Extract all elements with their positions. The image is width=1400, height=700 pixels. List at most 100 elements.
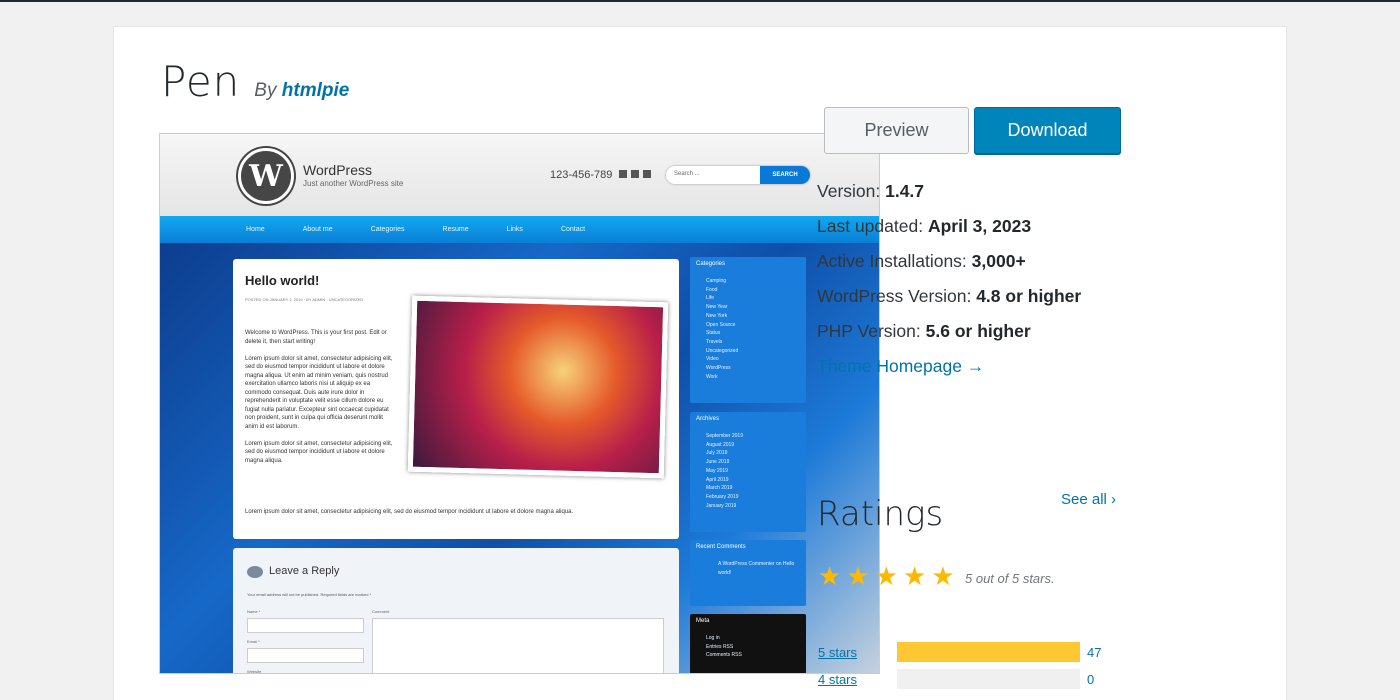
screenshot-archives-widget: Archives September 2019 August 2019 July… — [690, 412, 806, 532]
archive-item: March 2019 — [706, 485, 733, 492]
comment-bubble-icon — [247, 566, 263, 578]
installs-label: Active Installations: — [817, 251, 967, 271]
screenshot-post-para: Lorem ipsum dolor sit amet, consectetur … — [245, 355, 393, 430]
categories-list: Camping Food Life New Year New York Open… — [696, 277, 800, 381]
email-field — [247, 648, 364, 663]
see-all-label: See all — [1061, 491, 1107, 508]
screenshot-post-title: Hello world! — [245, 273, 320, 288]
php-version-row: PHP Version: 5.6 or higher — [817, 314, 1081, 349]
archive-item: May 2019 — [706, 467, 728, 474]
rating-row-5: 5 stars 47 — [818, 642, 1101, 662]
rating-bar-track — [897, 669, 1080, 689]
website-label: Website — [247, 669, 262, 674]
category-item: Open Source — [706, 321, 736, 328]
gift-photo-image — [407, 295, 669, 479]
screenshot-nav-item: Resume — [442, 226, 469, 233]
category-item: Work — [706, 373, 718, 380]
category-item: Video — [706, 356, 719, 363]
screenshot-nav-item: Contact — [560, 226, 586, 233]
meta-title: Meta — [696, 618, 710, 624]
screenshot-social-icons — [619, 170, 651, 178]
category-item: Camping — [706, 278, 727, 284]
theme-meta: Version: 1.4.7 Last updated: April 3, 20… — [817, 174, 1081, 384]
archive-item: July 2019 — [706, 450, 728, 457]
screenshot-nav-item: Home — [246, 226, 265, 233]
screenshot-recent-comments-widget: Recent Comments A WordPress Commenter on… — [690, 540, 806, 606]
screenshot-site-title: WordPress — [303, 162, 372, 178]
theme-screenshot: W WordPress Just another WordPress site … — [159, 133, 880, 674]
download-button[interactable]: Download — [974, 107, 1121, 154]
meta-item: Comments RSS — [706, 652, 742, 659]
meta-item: Log in — [706, 635, 720, 641]
rating-label-4-stars[interactable]: 4 stars — [818, 672, 897, 687]
reply-note: Your email address will not be published… — [247, 592, 372, 597]
screenshot-post-intro: Welcome to WordPress. This is your first… — [245, 330, 387, 345]
updated-row: Last updated: April 3, 2023 — [817, 209, 1081, 244]
version-value: 1.4.7 — [885, 181, 925, 201]
email-label: Email * — [247, 639, 260, 644]
wp-version-label: WordPress Version: — [817, 286, 972, 306]
star-rating: ★ ★ ★ ★ ★ — [818, 563, 955, 589]
star-icon: ★ — [874, 561, 898, 591]
rating-count: 47 — [1087, 644, 1102, 660]
star-icon: ★ — [931, 561, 955, 591]
name-label: Name * — [247, 609, 261, 614]
name-field — [247, 618, 364, 633]
php-version-value: 5.6 or higher — [925, 321, 1031, 341]
screenshot-post-para: Lorem ipsum dolor sit amet, consectetur … — [245, 509, 574, 515]
screenshot-post-body: Welcome to WordPress. This is your first… — [245, 329, 397, 465]
screenshot-phone: 123-456-789 — [550, 169, 613, 181]
theme-homepage-link[interactable]: Theme Homepage → — [817, 356, 984, 376]
meta-list: Log in Entries RSS Comments RSS — [696, 634, 800, 660]
recent-comments-title: Recent Comments — [696, 544, 746, 550]
preview-button[interactable]: Preview — [824, 107, 969, 154]
archives-list: September 2019 August 2019 July 2019 Jun… — [696, 432, 800, 510]
rating-row-4: 4 stars 0 — [818, 669, 1094, 689]
archive-item: August 2019 — [706, 441, 735, 448]
category-item: Travels — [706, 338, 723, 345]
screenshot-search-button: SEARCH — [760, 166, 810, 184]
byline: By htmlpie — [254, 80, 349, 102]
category-item: WordPress — [706, 365, 731, 372]
category-item: Food — [706, 286, 718, 293]
screenshot-nav-item: Links — [506, 226, 523, 233]
see-all-link[interactable]: See all › — [1061, 491, 1116, 508]
archive-item: January 2019 — [706, 502, 737, 509]
category-item: Life — [706, 295, 715, 302]
screenshot-tagline: Just another WordPress site — [303, 179, 404, 188]
archive-item: February 2019 — [706, 493, 739, 500]
theme-title-row: Pen By htmlpie — [161, 57, 349, 106]
reply-title: Leave a Reply — [269, 565, 340, 577]
screenshot-meta-widget: Meta Log in Entries RSS Comments RSS — [690, 614, 806, 673]
version-label: Version: — [817, 181, 881, 201]
wp-version-row: WordPress Version: 4.8 or higher — [817, 279, 1081, 314]
theme-name: Pen — [161, 57, 241, 106]
screenshot-post-para: Lorem ipsum dolor sit amet, consectetur … — [245, 440, 393, 464]
chevron-right-icon: › — [1111, 491, 1117, 508]
rating-bar-track — [897, 642, 1080, 662]
wp-version-value: 4.8 or higher — [976, 286, 1082, 306]
php-version-label: PHP Version: — [817, 321, 921, 341]
updated-label: Last updated: — [817, 216, 924, 236]
star-icon: ★ — [818, 561, 842, 591]
rating-bar-fill — [897, 642, 1080, 662]
screenshot-post: Hello world! POSTED ON JANUARY 1, 2019 ·… — [233, 259, 679, 539]
rating-label-5-stars[interactable]: 5 stars — [818, 645, 897, 660]
category-item: Status — [706, 330, 721, 337]
screenshot-nav-item: Categories — [370, 226, 405, 233]
ratings-title: Ratings — [817, 494, 944, 534]
installs-row: Active Installations: 3,000+ — [817, 244, 1081, 279]
category-item: New Year — [706, 304, 728, 311]
wordpress-logo-icon: W — [238, 148, 294, 204]
comment-field — [372, 618, 664, 673]
screenshot-nav: Home About me Categories Resume Links Co… — [160, 216, 879, 243]
screenshot-nav-item: About me — [302, 226, 333, 233]
archive-item: April 2019 — [706, 476, 729, 483]
category-item: Uncategorized — [706, 347, 739, 354]
meta-item: Entries RSS — [706, 643, 734, 650]
author-link[interactable]: htmlpie — [282, 80, 350, 101]
star-icon: ★ — [902, 561, 927, 591]
screenshot-header: W WordPress Just another WordPress site … — [160, 134, 879, 216]
admin-topline — [0, 0, 1400, 2]
screenshot-reply-form: Leave a Reply Your email address will no… — [233, 548, 679, 674]
